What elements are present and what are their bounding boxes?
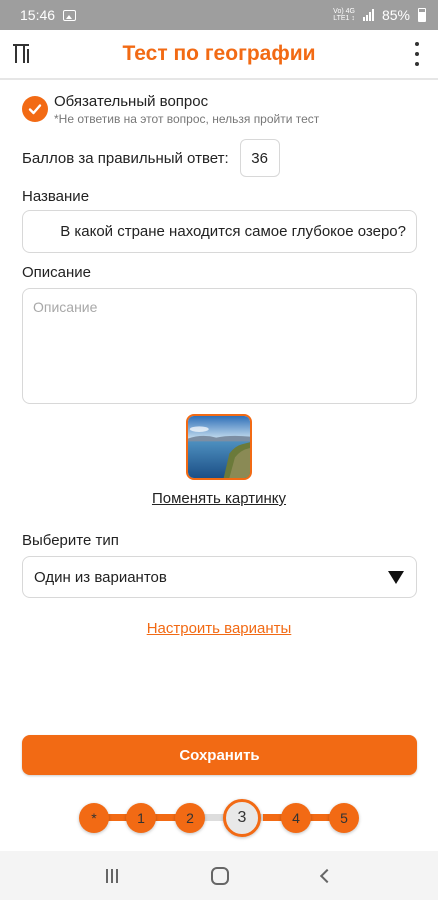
status-bar: 15:46 Vo) 4G LTE1 ↕ 85%: [0, 0, 438, 30]
score-label: Баллов за правильный ответ:: [22, 149, 229, 167]
battery-percent: 85%: [381, 7, 410, 23]
step-5[interactable]: 5: [329, 803, 359, 833]
lake-image: [188, 416, 250, 478]
configure-options-link[interactable]: Настроить варианты: [0, 620, 438, 637]
signal-icon: [362, 9, 374, 21]
checkmark-icon: [28, 104, 42, 115]
question-picture[interactable]: [186, 414, 252, 480]
type-select-value: Один из вариантов: [34, 568, 167, 586]
required-question-row[interactable]: Обязательный вопрос *Не ответив на этот …: [22, 93, 319, 127]
battery-icon: [418, 8, 426, 22]
home-icon[interactable]: [210, 866, 229, 885]
name-input-value: В какой стране находится самое глубокое …: [60, 223, 406, 240]
recent-apps-icon[interactable]: [106, 868, 119, 883]
system-nav-bar: [0, 851, 438, 900]
more-vert-icon[interactable]: [414, 42, 420, 66]
type-label: Выберите тип: [22, 532, 119, 549]
required-question-label: Обязательный вопрос: [54, 93, 209, 110]
score-input[interactable]: 36: [239, 139, 280, 177]
step-2[interactable]: 2: [175, 803, 205, 833]
required-checkbox[interactable]: [22, 96, 48, 122]
step-0[interactable]: *: [79, 803, 109, 833]
change-picture-link[interactable]: Поменять картинку: [0, 490, 438, 507]
description-input[interactable]: Описание: [22, 288, 417, 404]
name-input[interactable]: В какой стране находится самое глубокое …: [22, 210, 417, 253]
description-label: Описание: [22, 264, 92, 281]
save-button[interactable]: Сохранить: [22, 735, 417, 775]
status-time: 15:46: [20, 7, 56, 23]
volte-indicator: Vo) 4G LTE1 ↕: [333, 8, 355, 22]
type-select[interactable]: Один из вариантов: [22, 556, 417, 598]
step-1[interactable]: 1: [126, 803, 156, 833]
step-4[interactable]: 4: [281, 803, 311, 833]
page-title: Тест по географии: [122, 42, 316, 65]
name-label: Название: [22, 188, 90, 205]
description-placeholder: Описание: [33, 299, 98, 315]
step-3-active[interactable]: 3: [223, 799, 261, 837]
required-question-hint: *Не ответив на этот вопрос, нельзя пройт…: [54, 112, 320, 126]
back-icon[interactable]: [319, 868, 334, 883]
gallery-notification-icon: [63, 9, 77, 21]
app-bar: Тест по географии: [0, 30, 438, 80]
score-row: Баллов за правильный ответ: 36: [22, 139, 280, 177]
dropdown-triangle-icon: [388, 570, 404, 584]
test-logo-icon[interactable]: [13, 44, 31, 64]
